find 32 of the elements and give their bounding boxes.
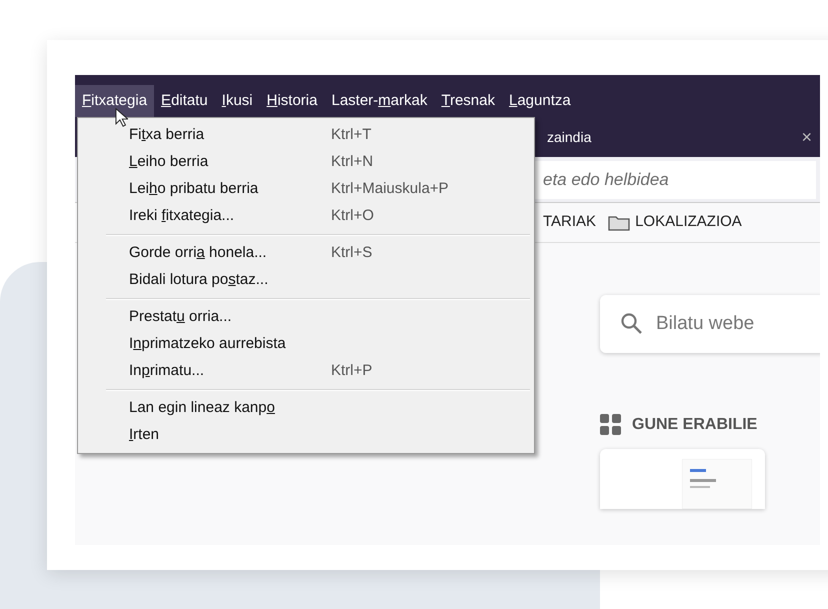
menu-item[interactable]: Leiho pribatu berria Ktrl+Maiuskula+P <box>108 176 530 203</box>
top-sites-heading: GUNE ERABILIE <box>632 415 758 435</box>
bookmark[interactable]: TARIAK <box>543 211 596 234</box>
grid-icon <box>600 414 622 436</box>
folder-icon <box>608 214 630 230</box>
menu-bar-item[interactable]: Laster-markak <box>324 85 434 117</box>
page-preview-drawing <box>682 459 752 509</box>
menu-item[interactable]: Lan egin lineaz kanpo <box>108 395 530 422</box>
bookmark[interactable]: LOKALIZAZIOA <box>608 211 742 234</box>
address-placeholder: eta edo helbidea <box>543 168 669 191</box>
tab-title[interactable]: zaindia <box>547 126 592 148</box>
menu-bar-item[interactable]: Historia <box>260 85 324 117</box>
menu-bar-item[interactable]: Editatu <box>154 85 215 117</box>
search-field[interactable]: Bilatu webe <box>600 295 820 353</box>
menu-bar-item[interactable]: Tresnak <box>434 85 502 117</box>
menu-item[interactable]: Fitxa berria Ktrl+T <box>108 122 530 149</box>
site-thumbnail[interactable] <box>600 449 765 509</box>
search-icon <box>620 312 644 336</box>
close-tab-button[interactable]: × <box>801 128 812 146</box>
menu-item[interactable]: Bidali lotura postaz... <box>108 267 530 294</box>
menu-item[interactable]: Inprimatu... Ktrl+P <box>108 358 530 385</box>
search-placeholder: Bilatu webe <box>656 312 754 336</box>
menu-item[interactable]: Leiho berria Ktrl+N <box>108 149 530 176</box>
menu-item[interactable]: Ireki fitxategia... Ktrl+O <box>108 203 530 230</box>
menu-bar-item[interactable]: Ikusi <box>214 85 260 117</box>
menu-item[interactable]: Irten <box>108 422 530 449</box>
menu-item[interactable]: Prestatu orria... <box>108 304 530 331</box>
cursor-icon <box>115 108 128 127</box>
menu-item[interactable]: Inprimatzeko aurrebista <box>108 331 530 358</box>
menu-item[interactable]: Gorde orria honela... Ktrl+S <box>108 240 530 267</box>
menu-bar-item[interactable]: Fitxategia <box>75 85 154 117</box>
menu-bar-item[interactable]: Laguntza <box>502 85 578 117</box>
